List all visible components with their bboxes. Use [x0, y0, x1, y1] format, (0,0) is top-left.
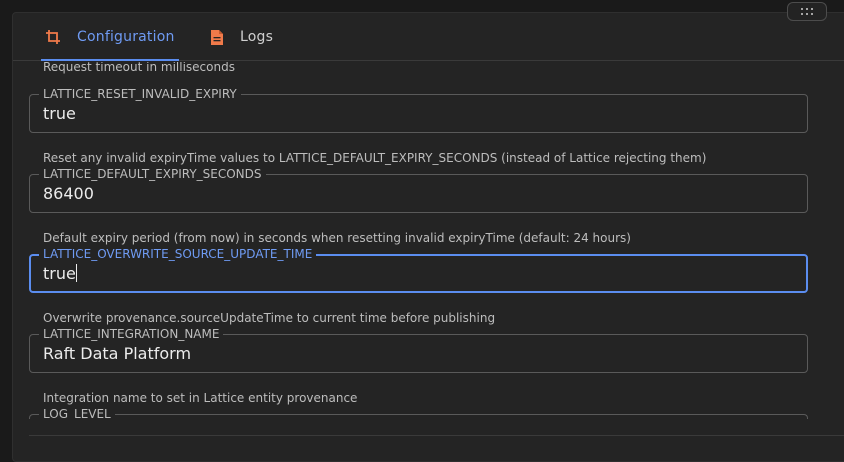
- field-label: LOG_LEVEL: [39, 406, 115, 419]
- drag-handle[interactable]: [787, 2, 827, 21]
- lattice-default-expiry-seconds-field[interactable]: LATTICE_DEFAULT_EXPIRY_SECONDS 86400: [29, 166, 808, 213]
- field-label: LATTICE_OVERWRITE_SOURCE_UPDATE_TIME: [39, 246, 317, 262]
- crop-icon: [45, 29, 61, 45]
- field-label: LATTICE_RESET_INVALID_EXPIRY: [39, 86, 241, 102]
- field-label: LATTICE_DEFAULT_EXPIRY_SECONDS: [39, 166, 266, 182]
- reset-invalid-expiry-helper: Reset any invalid expiryTime values to L…: [43, 151, 707, 165]
- footer-divider: [29, 435, 844, 436]
- tab-logs-label: Logs: [240, 29, 274, 45]
- field-value: true: [43, 264, 77, 283]
- tab-configuration[interactable]: Configuration: [41, 13, 179, 61]
- field-value: Raft Data Platform: [43, 344, 192, 363]
- tab-bar: Configuration Logs: [13, 13, 844, 61]
- document-icon: [210, 29, 224, 46]
- grip-dots-icon: [801, 8, 813, 16]
- lattice-overwrite-source-update-time-field[interactable]: LATTICE_OVERWRITE_SOURCE_UPDATE_TIME tru…: [29, 246, 808, 293]
- config-form[interactable]: Request timeout in milliseconds LATTICE_…: [13, 62, 844, 419]
- field-label: LATTICE_INTEGRATION_NAME: [39, 326, 224, 342]
- timeout-helper-text: Request timeout in milliseconds: [43, 62, 235, 74]
- log-level-field[interactable]: LOG_LEVEL: [29, 406, 808, 419]
- tab-logs[interactable]: Logs: [210, 13, 273, 61]
- tab-configuration-label: Configuration: [77, 29, 175, 45]
- integration-name-helper: Integration name to set in Lattice entit…: [43, 391, 358, 405]
- lattice-integration-name-field[interactable]: LATTICE_INTEGRATION_NAME Raft Data Platf…: [29, 326, 808, 373]
- lattice-reset-invalid-expiry-field[interactable]: LATTICE_RESET_INVALID_EXPIRY true: [29, 86, 808, 133]
- default-expiry-helper: Default expiry period (from now) in seco…: [43, 231, 631, 245]
- config-panel: Configuration Logs Request timeout in mi…: [12, 12, 844, 462]
- overwrite-source-update-time-helper: Overwrite provenance.sourceUpdateTime to…: [43, 311, 496, 325]
- text-caret: [75, 264, 77, 282]
- field-value: 86400: [43, 184, 94, 203]
- field-value: true: [43, 104, 76, 123]
